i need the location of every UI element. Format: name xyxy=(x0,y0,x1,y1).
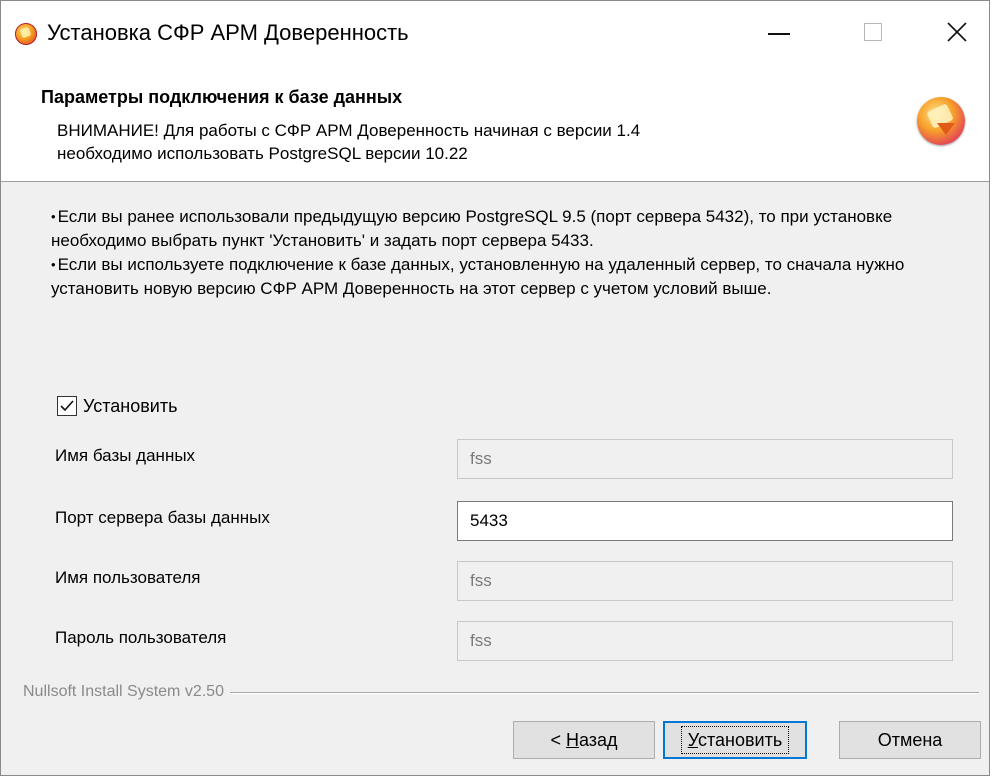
page-title: Параметры подключения к базе данных xyxy=(41,87,403,107)
info-paragraph-1-text: Если вы ранее использовали предыдущую ве… xyxy=(51,207,893,250)
close-button[interactable] xyxy=(927,9,987,55)
minimize-icon xyxy=(768,33,790,35)
maximize-icon xyxy=(864,23,882,41)
install-checkbox[interactable] xyxy=(57,396,77,416)
title-bar: Установка СФР АРМ Доверенность xyxy=(1,1,989,63)
db-port-input[interactable] xyxy=(457,501,953,541)
back-button-prefix: < xyxy=(550,729,566,750)
checkmark-icon xyxy=(60,400,74,412)
info-paragraph-2-text: Если вы используете подключение к базе д… xyxy=(51,255,905,298)
description-line-2: необходимо использовать PostgreSQL верси… xyxy=(57,144,468,163)
page-header: Параметры подключения к базе данных ВНИМ… xyxy=(1,63,989,182)
db-name-input xyxy=(457,439,953,479)
db-user-label: Имя пользователя xyxy=(55,568,201,587)
cancel-button[interactable]: Отмена xyxy=(839,721,981,759)
install-button-hotkey: У xyxy=(687,730,698,750)
bullet-icon: • xyxy=(51,257,56,272)
db-name-label: Имя базы данных xyxy=(55,446,196,465)
install-button[interactable]: Установить xyxy=(663,721,807,759)
minimize-button[interactable] xyxy=(749,9,809,55)
close-icon xyxy=(947,22,967,42)
info-paragraph-2: • Если вы используете подключение к базе … xyxy=(51,253,931,301)
back-button[interactable]: < Назад xyxy=(513,721,655,759)
db-port-label: Порт сервера базы данных xyxy=(55,508,270,527)
info-text: • Если вы ранее использовали предыдущую в… xyxy=(51,205,931,301)
installer-logo-icon xyxy=(917,97,965,145)
db-password-input xyxy=(457,621,953,661)
install-button-rest: становить xyxy=(697,730,783,750)
install-checkbox-row[interactable]: Установить xyxy=(57,393,177,419)
db-password-label: Пароль пользователя xyxy=(55,628,227,647)
db-user-input xyxy=(457,561,953,601)
description-line-1: ВНИМАНИЕ! Для работы с СФР АРМ Доверенно… xyxy=(57,121,641,140)
nsis-branding: Nullsoft Install System v2.50 xyxy=(23,681,230,703)
app-icon xyxy=(15,23,37,45)
install-button-focus: Установить xyxy=(680,726,790,754)
window-title: Установка СФР АРМ Доверенность xyxy=(47,20,409,45)
bullet-icon: • xyxy=(51,209,56,224)
info-paragraph-1: • Если вы ранее использовали предыдущую в… xyxy=(51,205,931,253)
back-button-rest: азад xyxy=(578,729,618,750)
back-button-hotkey: Н xyxy=(565,729,579,750)
maximize-button[interactable] xyxy=(843,9,903,55)
install-checkbox-label: Установить xyxy=(83,395,178,416)
page-description: ВНИМАНИЕ! Для работы с СФР АРМ Доверенно… xyxy=(57,119,877,165)
installer-window: Установка СФР АРМ Доверенность Параметры… xyxy=(0,0,990,776)
